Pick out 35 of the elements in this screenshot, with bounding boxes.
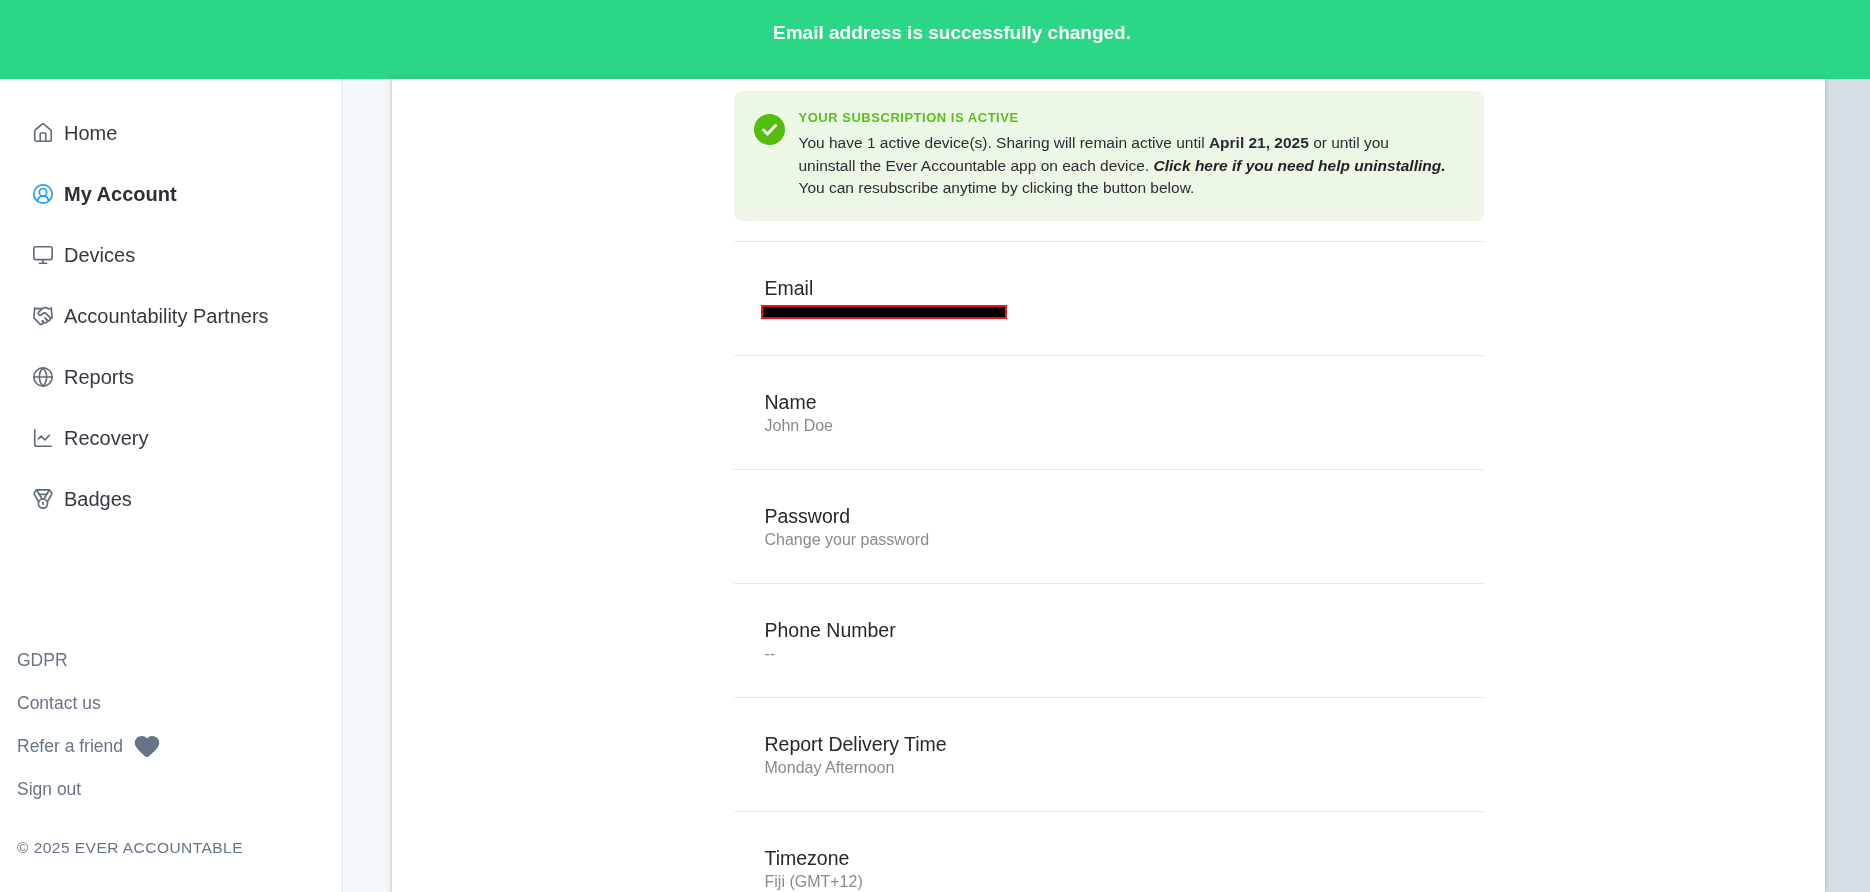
- subscription-message: You have 1 active device(s). Sharing will remain active until April 21, 2025 or until you uninstall the Ever Accountable app on each device. Click here if you need help uninstalling. You can resubscribe anytime by clicking the button below.: [798, 133, 1447, 198]
- monitor-icon: [32, 243, 54, 266]
- footer-link[interactable]: Refer a friend: [17, 731, 162, 760]
- medal-icon: [32, 487, 54, 510]
- footer-link[interactable]: Contact us: [17, 691, 101, 714]
- setting-label: Timezone: [764, 845, 850, 870]
- setting-label: Name: [764, 389, 817, 414]
- setting-value: John Doe: [764, 415, 833, 436]
- nav-item[interactable]: Accountability Partners: [32, 303, 269, 328]
- home-icon: [32, 121, 54, 144]
- footer-link[interactable]: GDPR: [17, 648, 68, 671]
- setting-value: --: [764, 643, 776, 664]
- setting-value: Fiji (GMT+12): [764, 871, 863, 892]
- help-link[interactable]: Click here if you need help uninstalling.: [1153, 156, 1446, 174]
- nav-item[interactable]: Home: [32, 120, 118, 145]
- setting-label: Report Delivery Time: [764, 731, 947, 756]
- setting-label: Phone Number: [764, 617, 896, 642]
- footer-link[interactable]: Sign out: [17, 777, 82, 800]
- user-circle-icon: [32, 182, 54, 205]
- nav-item[interactable]: Badges: [32, 486, 132, 511]
- copyright-text: © 2025 EVER ACCOUNTABLE: [17, 838, 243, 858]
- nav-item[interactable]: Recovery: [32, 425, 149, 450]
- setting-value: Change your password: [764, 529, 930, 550]
- banner-message: Email address is successfully changed.: [773, 22, 1131, 44]
- check-circle-icon: [753, 114, 785, 145]
- line-chart-icon: [32, 426, 54, 449]
- globe-icon: [32, 365, 54, 388]
- nav-item[interactable]: My Account: [32, 181, 177, 206]
- handshake-icon: [32, 304, 54, 327]
- setting-label: Email: [764, 275, 814, 300]
- nav-item[interactable]: Reports: [32, 364, 135, 389]
- setting-label: Password: [764, 503, 851, 528]
- setting-value: Monday Afternoon: [764, 757, 895, 778]
- subscription-title: YOUR SUBSCRIPTION IS ACTIVE: [798, 109, 1019, 127]
- nav-item[interactable]: Devices: [32, 242, 136, 267]
